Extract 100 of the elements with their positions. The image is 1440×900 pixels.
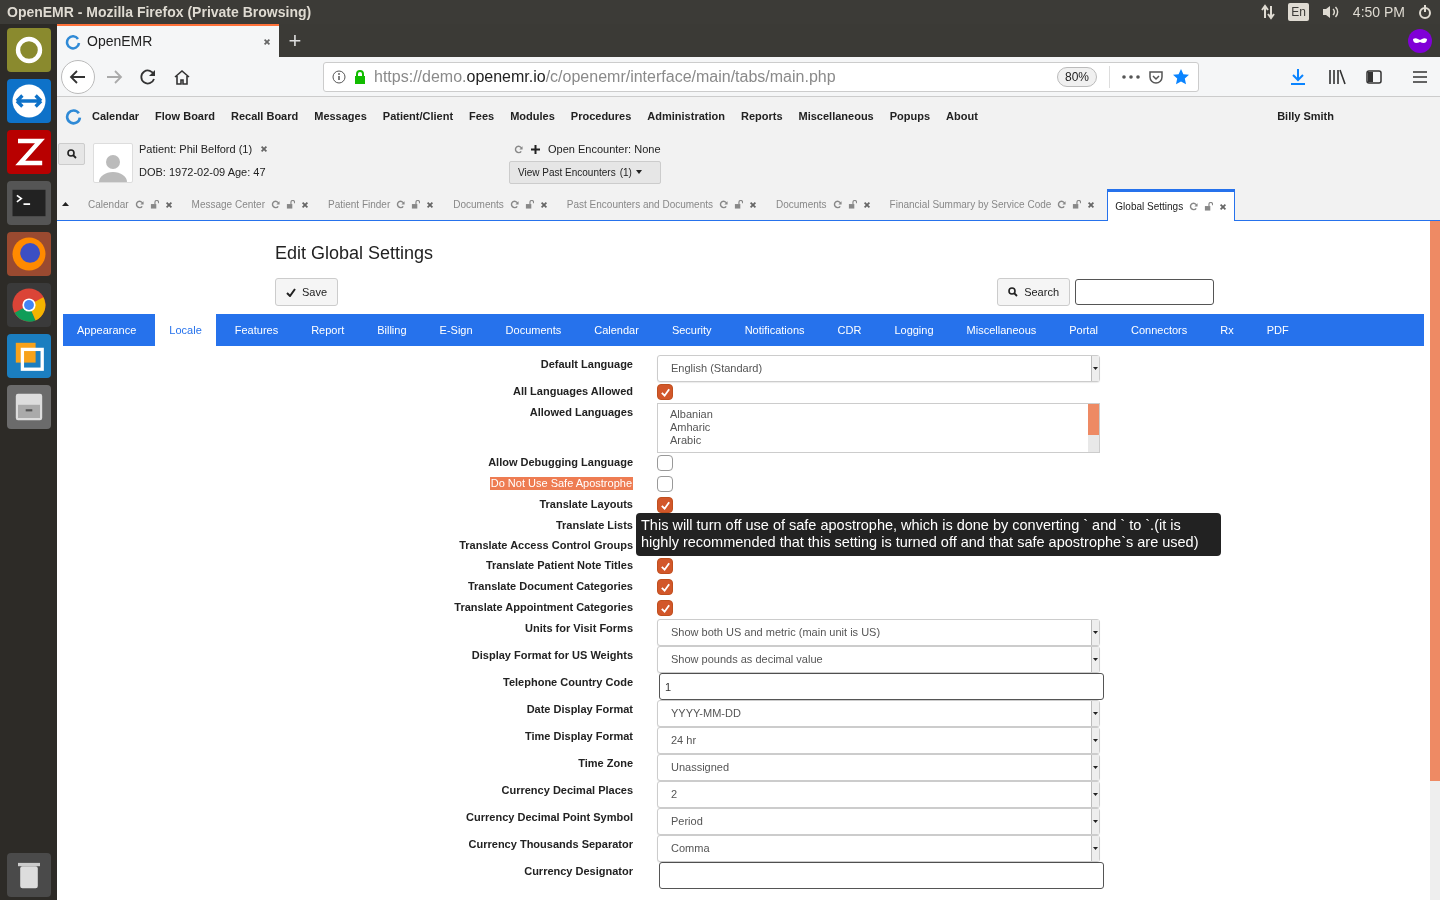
volume-icon[interactable]: [1320, 4, 1341, 20]
back-button[interactable]: [61, 59, 95, 94]
ring-logo-icon[interactable]: [65, 107, 82, 125]
dropdown-select[interactable]: 2: [657, 781, 1100, 808]
menu-item[interactable]: Recall Board: [230, 107, 299, 125]
close-icon[interactable]: [263, 37, 271, 46]
dropdown-select[interactable]: 24 hr: [657, 727, 1100, 754]
settings-tab[interactable]: Features: [220, 314, 293, 346]
refresh-icon[interactable]: [270, 200, 280, 209]
window-stack-icon[interactable]: [6, 334, 51, 378]
settings-tab[interactable]: Security: [657, 314, 726, 346]
checkbox[interactable]: [657, 384, 673, 400]
dropdown-select[interactable]: English (Standard): [657, 355, 1100, 382]
fox-globe-icon[interactable]: [6, 232, 51, 276]
unlock-icon[interactable]: [149, 200, 159, 209]
checkbox[interactable]: [657, 558, 673, 574]
close-icon[interactable]: [164, 200, 173, 209]
scrollbar-thumb[interactable]: [1088, 404, 1099, 435]
settings-tab[interactable]: Locale: [155, 314, 216, 346]
list-option[interactable]: Amharic: [670, 421, 711, 434]
settings-tab[interactable]: Connectors: [1117, 314, 1202, 346]
lock-icon[interactable]: [354, 69, 366, 84]
info-icon[interactable]: [332, 69, 346, 84]
url-text[interactable]: https://demo.openemr.io/c/openemr/interface/main/tabs/main.php: [374, 64, 1049, 89]
settings-tab[interactable]: Miscellaneous: [952, 314, 1051, 346]
close-icon[interactable]: [1219, 202, 1228, 211]
sidebar-icon[interactable]: [1366, 68, 1382, 85]
zoom-badge[interactable]: 80%: [1056, 66, 1097, 87]
checkbox[interactable]: [657, 497, 673, 513]
close-icon[interactable]: [260, 145, 269, 154]
menu-item[interactable]: Fees: [469, 107, 495, 125]
clock[interactable]: 4:50 PM: [1352, 1, 1405, 23]
settings-tab[interactable]: Portal: [1055, 314, 1112, 346]
unlock-icon[interactable]: [847, 200, 857, 209]
refresh-icon[interactable]: [832, 200, 842, 209]
input-field[interactable]: [659, 862, 1104, 889]
dropdown-select[interactable]: Show pounds as decimal value: [657, 646, 1100, 673]
settings-tab[interactable]: Calendar: [580, 314, 653, 346]
menu-item[interactable]: Procedures: [570, 107, 632, 125]
unlock-icon[interactable]: [1204, 202, 1214, 211]
address-bar[interactable]: https://demo.openemr.io/c/openemr/interface/main/tabs/main.php 80%: [323, 61, 1199, 92]
menu-item[interactable]: Miscellaneous: [798, 107, 874, 125]
trash-icon[interactable]: [6, 853, 51, 897]
scrollbar-thumb[interactable]: [1430, 221, 1440, 781]
menu-item[interactable]: Administration: [647, 107, 725, 125]
search-button[interactable]: [58, 143, 85, 165]
refresh-icon[interactable]: [514, 144, 523, 154]
network-arrows-icon[interactable]: [1260, 4, 1277, 20]
z-logo-icon[interactable]: [6, 130, 51, 174]
checkbox[interactable]: [657, 579, 673, 595]
settings-tab[interactable]: Billing: [363, 314, 421, 346]
refresh-icon[interactable]: [396, 200, 406, 209]
settings-tab[interactable]: Notifications: [730, 314, 819, 346]
dropdown-select[interactable]: Period: [657, 808, 1100, 835]
menu-icon[interactable]: [1412, 69, 1428, 84]
dropdown-select[interactable]: Show both US and metric (main unit is US): [657, 619, 1100, 646]
power-icon[interactable]: [1417, 4, 1433, 20]
refresh-icon[interactable]: [134, 200, 144, 209]
dropdown-select[interactable]: Comma: [657, 835, 1100, 862]
settings-tab[interactable]: Appearance: [63, 314, 151, 346]
checkbox[interactable]: [657, 600, 673, 616]
settings-tab[interactable]: Rx: [1206, 314, 1248, 346]
close-icon[interactable]: [426, 200, 435, 209]
user-name[interactable]: Billy Smith: [1277, 107, 1334, 125]
menu-item[interactable]: About: [946, 107, 978, 125]
menu-item[interactable]: Patient/Client: [382, 107, 454, 125]
unlock-icon[interactable]: [411, 200, 421, 209]
browser-tab[interactable]: OpenEMR: [57, 24, 279, 57]
pocket-icon[interactable]: [1148, 68, 1164, 85]
unlock-icon[interactable]: [285, 200, 295, 209]
checkbox[interactable]: [657, 476, 673, 492]
new-tab-button[interactable]: +: [279, 24, 311, 57]
app-tab[interactable]: Global Settings: [1107, 189, 1236, 221]
menu-item[interactable]: Messages: [314, 107, 367, 125]
cabinet-icon[interactable]: [6, 385, 51, 429]
save-button[interactable]: Save: [275, 278, 339, 306]
list-option[interactable]: Arabic: [670, 434, 702, 447]
refresh-icon[interactable]: [509, 200, 519, 209]
input-field[interactable]: 1: [659, 673, 1104, 700]
close-icon[interactable]: [1087, 200, 1096, 209]
patient-name[interactable]: Patient: Phil Belford (1): [139, 141, 253, 158]
download-icon[interactable]: [1290, 67, 1306, 86]
menu-item[interactable]: Calendar: [92, 107, 140, 125]
close-icon[interactable]: [539, 200, 548, 209]
plus-icon[interactable]: [531, 144, 540, 154]
circle-logo-icon[interactable]: [6, 283, 51, 327]
refresh-icon[interactable]: [1189, 202, 1199, 211]
library-icon[interactable]: [1328, 68, 1346, 85]
checkbox[interactable]: [657, 455, 673, 471]
unlock-icon[interactable]: [524, 200, 534, 209]
search-button[interactable]: Search: [997, 278, 1070, 306]
unlock-icon[interactable]: [734, 200, 743, 209]
home-icon[interactable]: [173, 67, 191, 86]
settings-tab[interactable]: CDR: [823, 314, 876, 346]
close-icon[interactable]: [862, 200, 871, 209]
menu-item[interactable]: Modules: [510, 107, 555, 125]
collapse-caret-icon[interactable]: [62, 202, 69, 206]
close-icon[interactable]: [749, 200, 757, 209]
settings-tab[interactable]: Logging: [880, 314, 948, 346]
past-encounters-button[interactable]: View Past Encounters (1): [509, 160, 661, 184]
